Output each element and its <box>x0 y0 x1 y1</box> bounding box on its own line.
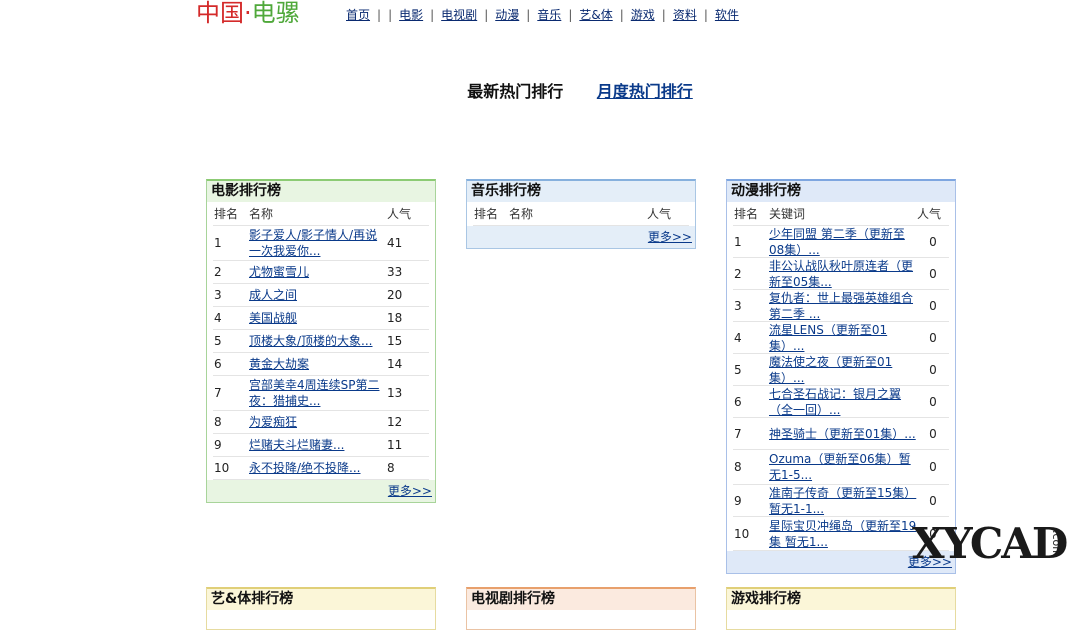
nav-games[interactable]: 游戏 <box>631 6 655 23</box>
anime-panel-title: 动漫排行榜 <box>727 181 955 202</box>
music-more-link[interactable]: 更多>> <box>648 230 692 244</box>
watermark-suffix: .com <box>1050 530 1063 557</box>
table-row: 2 尤物蜜雪儿 33 <box>213 261 429 284</box>
table-row: 4 流星LENS（更新至01集）... 0 <box>733 322 949 354</box>
movie-link[interactable]: 成人之间 <box>249 286 387 304</box>
table-row: 6 黄金大劫案 14 <box>213 353 429 376</box>
table-row: 3 复仇者：世上最强英雄组合 第二季 ... 0 <box>733 290 949 322</box>
game-panel-title: 游戏排行榜 <box>727 589 955 610</box>
table-header: 排名 名称 人气 <box>213 202 429 226</box>
nav-music[interactable]: 音乐 <box>537 6 561 23</box>
anime-link[interactable]: Ozuma（更新至06集）暂无1-5... <box>769 450 917 484</box>
game-ranking-panel: 游戏排行榜 <box>726 587 956 630</box>
music-ranking-table: 排名 名称 人气 <box>467 202 695 226</box>
movie-link[interactable]: 烂赌夫斗烂赌妻... <box>249 436 387 454</box>
anime-link[interactable]: 非公认战队秋叶原连者（更新至05集... <box>769 257 917 291</box>
anime-ranking-panel: 动漫排行榜 排名 关键词 人气 1 少年同盟 第二季（更新至08集）... 0 … <box>726 179 956 574</box>
site-logo[interactable]: 中国·电骡 <box>196 0 300 26</box>
table-row: 1 影子爱人/影子情人/再说一次我爱你... 41 <box>213 226 429 261</box>
movie-panel-title: 电影排行榜 <box>207 181 435 202</box>
logo-part-green: 电骡 <box>251 0 300 27</box>
ranking-tabs: 最新热门排行 月度热门排行 <box>0 78 1069 102</box>
table-row: 5 魔法使之夜（更新至01集）... 0 <box>733 354 949 386</box>
table-row: 1 少年同盟 第二季（更新至08集）... 0 <box>733 226 949 258</box>
anime-link[interactable]: 魔法使之夜（更新至01集）... <box>769 353 917 387</box>
tab-monthly[interactable]: 月度热门排行 <box>597 82 693 101</box>
nav-anime[interactable]: 动漫 <box>495 6 519 23</box>
table-row: 4 美国战舰 18 <box>213 307 429 330</box>
music-panel-footer: 更多>> <box>467 226 695 248</box>
table-row: 9 烂赌夫斗烂赌妻... 11 <box>213 434 429 457</box>
movie-ranking-panel: 电影排行榜 排名 名称 人气 1 影子爱人/影子情人/再说一次我爱你... 41… <box>206 179 436 503</box>
anime-link[interactable]: 流星LENS（更新至01集）... <box>769 321 917 355</box>
table-row: 7 宫部美幸4周连续SP第二夜：猎捕史... 13 <box>213 376 429 411</box>
table-row: 10 永不投降/绝不投降... 8 <box>213 457 429 480</box>
nav-sports[interactable]: 艺&体 <box>579 6 612 23</box>
sports-ranking-panel: 艺&体排行榜 <box>206 587 436 630</box>
movie-more-link[interactable]: 更多>> <box>388 484 432 498</box>
table-header: 排名 名称 人气 <box>473 202 689 226</box>
movie-link[interactable]: 美国战舰 <box>249 309 387 327</box>
table-row: 3 成人之间 20 <box>213 284 429 307</box>
table-row: 7 神圣骑士（更新至01集）... 0 <box>733 418 949 450</box>
table-row: 8 为爱痴狂 12 <box>213 411 429 434</box>
anime-ranking-table: 排名 关键词 人气 1 少年同盟 第二季（更新至08集）... 0 2 非公认战… <box>727 202 955 551</box>
nav-home[interactable]: 首页 <box>346 6 370 23</box>
movie-link[interactable]: 尤物蜜雪儿 <box>249 263 387 281</box>
movie-link[interactable]: 为爱痴狂 <box>249 413 387 431</box>
music-panel-title: 音乐排行榜 <box>467 181 695 202</box>
sports-panel-title: 艺&体排行榜 <box>207 589 435 610</box>
movie-link[interactable]: 永不投降/绝不投降... <box>249 459 387 477</box>
logo-part-red: 中国· <box>196 0 252 27</box>
movie-panel-footer: 更多>> <box>207 480 435 502</box>
tab-latest[interactable]: 最新热门排行 <box>467 82 563 101</box>
table-row: 6 七合圣石战记：银月之翼（全一回）... 0 <box>733 386 949 418</box>
movie-link[interactable]: 顶楼大象/顶楼的大象... <box>249 332 387 350</box>
anime-link[interactable]: 少年同盟 第二季（更新至08集）... <box>769 225 917 259</box>
nav-info[interactable]: 资料 <box>673 6 697 23</box>
table-row: 5 顶楼大象/顶楼的大象... 15 <box>213 330 429 353</box>
table-row: 2 非公认战队秋叶原连者（更新至05集... 0 <box>733 258 949 290</box>
table-row: 9 准南子传奇（更新至15集）暂无1-1... 0 <box>733 485 949 517</box>
top-nav: 首页 | | 电影 | 电视剧 | 动漫 | 音乐 | 艺&体 | 游戏 | 资料 | 软件 <box>346 6 739 23</box>
nav-movie[interactable]: 电影 <box>399 6 423 23</box>
anime-link[interactable]: 准南子传奇（更新至15集）暂无1-1... <box>769 484 917 518</box>
watermark-logo: XYCAD .com <box>912 520 1068 570</box>
tv-panel-title: 电视剧排行榜 <box>467 589 695 610</box>
anime-link[interactable]: 神圣骑士（更新至01集）... <box>769 425 917 443</box>
movie-link[interactable]: 黄金大劫案 <box>249 355 387 373</box>
anime-link[interactable]: 星际宝贝冲绳岛（更新至19集 暂无1... <box>769 517 917 551</box>
anime-link[interactable]: 复仇者：世上最强英雄组合 第二季 ... <box>769 289 917 323</box>
movie-ranking-table: 排名 名称 人气 1 影子爱人/影子情人/再说一次我爱你... 41 2 尤物蜜… <box>207 202 435 480</box>
music-ranking-panel: 音乐排行榜 排名 名称 人气 更多>> <box>466 179 696 249</box>
movie-link[interactable]: 宫部美幸4周连续SP第二夜：猎捕史... <box>249 376 387 410</box>
movie-link[interactable]: 影子爱人/影子情人/再说一次我爱你... <box>249 226 387 260</box>
table-header: 排名 关键词 人气 <box>733 202 949 226</box>
watermark-text: XYCAD <box>912 519 1068 568</box>
nav-tv[interactable]: 电视剧 <box>441 6 477 23</box>
tv-ranking-panel: 电视剧排行榜 <box>466 587 696 630</box>
table-row: 8 Ozuma（更新至06集）暂无1-5... 0 <box>733 450 949 485</box>
anime-link[interactable]: 七合圣石战记：银月之翼（全一回）... <box>769 385 917 419</box>
nav-software[interactable]: 软件 <box>715 6 739 23</box>
